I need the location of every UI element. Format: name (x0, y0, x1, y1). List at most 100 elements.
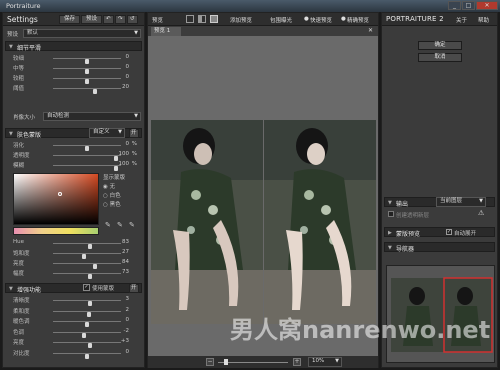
minimize-button[interactable]: _ (448, 1, 461, 10)
enhance-row: 色调 -2 (13, 328, 141, 338)
enhance-row: 柔和度 2 (13, 307, 141, 317)
preview-label: 预览 (152, 18, 164, 24)
color-slider[interactable] (53, 273, 121, 279)
clip-exposure-button[interactable]: 包围曝光 (270, 16, 292, 24)
zoom-out-icon[interactable]: − (206, 358, 214, 366)
show-mask-option[interactable]: ○ 黑色 (103, 200, 121, 208)
enhance-slider[interactable] (53, 342, 121, 348)
color-label: 亮度 (13, 261, 25, 267)
color-slider[interactable] (53, 253, 121, 259)
color-row: Hue 83 (13, 239, 141, 249)
close-tab-icon[interactable]: ✕ (368, 27, 373, 34)
mask-label: 透明度 (13, 153, 30, 159)
enhance-value: 0 (125, 317, 130, 323)
color-slider-knob[interactable] (88, 274, 93, 279)
help-link[interactable]: 帮助 (478, 16, 489, 24)
close-button[interactable]: ✕ (476, 1, 498, 10)
eyedropper-subtract-icon[interactable]: ✎ (129, 221, 135, 229)
navigator-header[interactable]: ▼ 导航器 (384, 242, 495, 253)
mask-slider[interactable] (53, 165, 121, 171)
ok-button[interactable]: 确定 (418, 41, 462, 50)
use-mask-checkbox[interactable]: ✓ (83, 284, 90, 291)
preset-select[interactable]: 默认 ▼ (23, 29, 141, 38)
zoom-select[interactable]: 10% ▼ (308, 357, 342, 367)
auto-expand-checkbox[interactable]: ✓ (446, 229, 452, 235)
eyedropper-add-icon[interactable]: ✎ (117, 221, 123, 229)
tab-preview-1[interactable]: 预览 1 (151, 27, 181, 36)
radio-fast-preview-icon[interactable]: ● (304, 16, 309, 22)
enhance-slider[interactable] (53, 300, 121, 306)
split-view-icon[interactable] (198, 15, 206, 23)
enhance-slider-knob[interactable] (88, 343, 93, 348)
color-slider[interactable] (53, 263, 121, 269)
portrait-size-label: 肖像大小 (13, 115, 36, 121)
undo-icon[interactable]: ↶ (103, 15, 114, 24)
zoom-slider-knob[interactable] (224, 359, 228, 365)
side-by-side-icon[interactable] (210, 15, 218, 23)
output-value: 当前图层 (440, 198, 463, 204)
output-title: 输出 (396, 201, 409, 208)
zoom-bar: − + 10% ▼ (148, 356, 378, 368)
enhance-slider-knob[interactable] (86, 311, 91, 317)
app-logo: PORTRAITURE 2 (386, 15, 444, 23)
mask-slider[interactable] (53, 145, 121, 151)
redo-icon[interactable]: ↷ (115, 15, 126, 24)
detail-slider[interactable] (53, 68, 121, 74)
enhance-label: 色调 (13, 329, 25, 336)
mask-mode-select[interactable]: 自定义 ▼ (89, 128, 125, 138)
enhance-label: 暖色调 (13, 319, 30, 325)
detail-smoothing-header[interactable]: ▼ 细节平滑 (5, 41, 142, 52)
create-layer-checkbox[interactable] (388, 211, 394, 217)
enhance-slider-knob[interactable] (85, 353, 89, 359)
cancel-button[interactable]: 取消 (418, 53, 462, 62)
detail-value: 0 (125, 64, 130, 70)
skin-color-picker[interactable] (13, 173, 99, 225)
about-link[interactable]: 关于 (456, 16, 467, 24)
detail-slider[interactable] (53, 78, 121, 84)
detail-row: 阈值 20 (13, 84, 141, 94)
auto-expand-label: 自动展开 (454, 231, 477, 237)
eyedropper-icon[interactable]: ✎ (105, 221, 111, 229)
detail-slider[interactable] (53, 58, 121, 64)
mask-row: 透明度 100% (13, 151, 141, 161)
color-picker-marker[interactable] (58, 192, 62, 196)
show-mask-option-label: 白色 (109, 193, 121, 199)
enhancement-header[interactable]: ▼ 增强功能 (5, 283, 142, 294)
show-mask-option[interactable]: ○ 白色 (103, 191, 121, 199)
portrait-size-value: 自动检测 (47, 113, 70, 119)
output-select[interactable]: 当前图层 ▼ (436, 197, 486, 207)
enhance-slider-knob[interactable] (85, 322, 89, 327)
zoom-in-icon[interactable]: + (293, 358, 301, 366)
enhance-slider-knob[interactable] (82, 332, 87, 338)
enhance-row: 清晰度 3 (13, 296, 141, 306)
zoom-slider[interactable] (218, 362, 288, 363)
detail-slider-knob[interactable] (92, 89, 97, 94)
right-toolbar: PORTRAITURE 2 关于 帮助 (382, 13, 497, 26)
mask-preview-header[interactable]: ▶ 蒙版预览 (384, 227, 495, 238)
enhance-slider[interactable] (53, 331, 121, 338)
enhance-slider[interactable] (53, 310, 121, 317)
enhance-value: +3 (120, 338, 129, 344)
enhance-slider[interactable] (53, 321, 121, 327)
add-preview-button[interactable]: 添加预览 (230, 16, 252, 24)
show-mask-option[interactable]: ◉ 无 (103, 182, 115, 190)
single-view-icon[interactable] (186, 15, 194, 23)
color-label: Hue (13, 239, 25, 245)
enhance-toggle-button[interactable]: 开 (129, 284, 139, 293)
radio-precise-preview-icon[interactable]: ● (341, 16, 346, 22)
maximize-button[interactable]: □ (462, 1, 475, 10)
reset-icon[interactable]: ↺ (127, 15, 138, 24)
preset-button[interactable]: 预设 (81, 15, 103, 24)
save-button[interactable]: 保存 (59, 15, 81, 24)
mask-toggle-button[interactable]: 开 (129, 129, 139, 138)
hue-strip[interactable] (13, 227, 99, 235)
show-mask-label: 显示蒙版 (103, 175, 126, 181)
color-slider[interactable] (53, 243, 121, 249)
preview-tabs: 预览 1 ✕ (148, 26, 378, 36)
portrait-size-select[interactable]: 自动检测 ▼ (43, 112, 141, 121)
mask-slider-knob[interactable] (113, 166, 118, 171)
enhance-slider-knob[interactable] (88, 301, 93, 306)
detail-slider[interactable] (53, 88, 121, 94)
enhance-slider[interactable] (53, 352, 121, 359)
mask-slider[interactable] (53, 155, 121, 161)
